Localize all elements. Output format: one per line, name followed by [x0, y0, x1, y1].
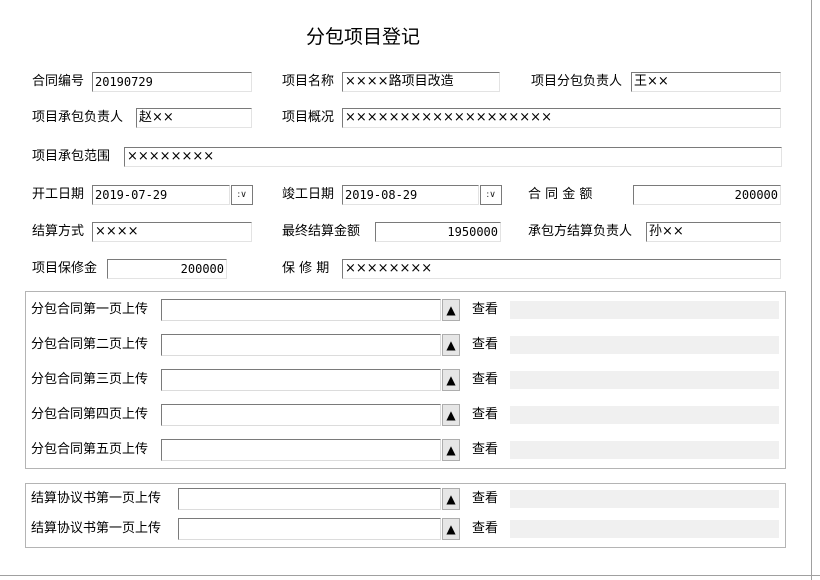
- preview-bar: [510, 490, 779, 508]
- view-link[interactable]: 查看: [472, 405, 498, 425]
- view-link[interactable]: 查看: [472, 300, 498, 320]
- contract-amount-field[interactable]: 200000: [633, 185, 781, 205]
- contractor-manager-field[interactable]: 赵××: [136, 108, 252, 128]
- upload-label: 分包合同第一页上传: [31, 302, 149, 317]
- page-title: 分包项目登记: [306, 26, 421, 48]
- upload-label: 分包合同第三页上传: [31, 372, 149, 387]
- preview-bar: [510, 520, 779, 538]
- preview-bar: [510, 441, 779, 459]
- warranty-label: 保 修 期: [282, 261, 330, 276]
- view-link[interactable]: 查看: [472, 519, 498, 539]
- settle-manager-label: 承包方结算负责人: [528, 224, 633, 239]
- view-link[interactable]: 查看: [472, 370, 498, 390]
- upload-path-input[interactable]: [178, 488, 441, 510]
- upload-icon[interactable]: ▲: [442, 439, 460, 461]
- upload-path-input[interactable]: [161, 404, 441, 426]
- scope-label: 项目承包范围: [32, 149, 111, 164]
- contract-no-label: 合同编号: [32, 74, 85, 89]
- sub-manager-label: 项目分包负责人: [531, 74, 623, 89]
- preview-bar: [510, 371, 779, 389]
- upload-icon[interactable]: ▲: [442, 404, 460, 426]
- upload-icon[interactable]: ▲: [442, 488, 460, 510]
- upload-icon[interactable]: ▲: [442, 299, 460, 321]
- upload-path-input[interactable]: [161, 299, 441, 321]
- start-date-field[interactable]: 2019-07-29: [92, 185, 230, 205]
- upload-label: 分包合同第四页上传: [31, 407, 149, 422]
- overview-field[interactable]: ×××××××××××××××××××: [342, 108, 781, 128]
- upload-path-input[interactable]: [178, 518, 441, 540]
- deposit-label: 项目保修金: [32, 261, 98, 276]
- window-bottom-border: [0, 575, 820, 576]
- contract-upload-group: 分包合同第一页上传 ▲ 查看 分包合同第二页上传 ▲ 查看 分包合同第三页上传 …: [25, 291, 786, 469]
- scope-field[interactable]: ××××××××: [124, 147, 782, 167]
- window-right-border: [811, 0, 812, 580]
- preview-bar: [510, 336, 779, 354]
- upload-icon[interactable]: ▲: [442, 334, 460, 356]
- upload-label: 结算协议书第一页上传: [31, 491, 162, 506]
- contract-no-field[interactable]: 20190729: [92, 72, 252, 92]
- settle-manager-field[interactable]: 孙××: [646, 222, 781, 242]
- sub-manager-field[interactable]: 王××: [631, 72, 781, 92]
- settlement-upload-group: 结算协议书第一页上传 ▲ 查看 结算协议书第一页上传 ▲ 查看: [25, 483, 786, 548]
- view-link[interactable]: 查看: [472, 440, 498, 460]
- upload-icon[interactable]: ▲: [442, 369, 460, 391]
- start-date-label: 开工日期: [32, 187, 85, 202]
- upload-label: 结算协议书第一页上传: [31, 521, 162, 536]
- upload-icon[interactable]: ▲: [442, 518, 460, 540]
- contractor-manager-label: 项目承包负责人: [32, 110, 124, 125]
- preview-bar: [510, 406, 779, 424]
- settle-method-field[interactable]: ××××: [92, 222, 252, 242]
- upload-label: 分包合同第五页上传: [31, 442, 149, 457]
- upload-path-input[interactable]: [161, 334, 441, 356]
- overview-label: 项目概况: [282, 110, 335, 125]
- final-amount-label: 最终结算金额: [282, 224, 361, 239]
- contract-amount-label: 合 同 金 额: [528, 187, 593, 202]
- final-amount-field[interactable]: 1950000: [375, 222, 501, 242]
- view-link[interactable]: 查看: [472, 489, 498, 509]
- end-date-label: 竣工日期: [282, 187, 335, 202]
- settle-method-label: 结算方式: [32, 224, 85, 239]
- end-date-dropdown-icon[interactable]: :∨: [480, 185, 502, 205]
- project-name-label: 项目名称: [282, 74, 335, 89]
- project-name-field[interactable]: ××××路项目改造: [342, 72, 500, 92]
- upload-label: 分包合同第二页上传: [31, 337, 149, 352]
- end-date-field[interactable]: 2019-08-29: [342, 185, 479, 205]
- start-date-dropdown-icon[interactable]: :∨: [231, 185, 253, 205]
- upload-path-input[interactable]: [161, 439, 441, 461]
- deposit-field[interactable]: 200000: [107, 259, 227, 279]
- preview-bar: [510, 301, 779, 319]
- view-link[interactable]: 查看: [472, 335, 498, 355]
- warranty-field[interactable]: ××××××××: [342, 259, 781, 279]
- upload-path-input[interactable]: [161, 369, 441, 391]
